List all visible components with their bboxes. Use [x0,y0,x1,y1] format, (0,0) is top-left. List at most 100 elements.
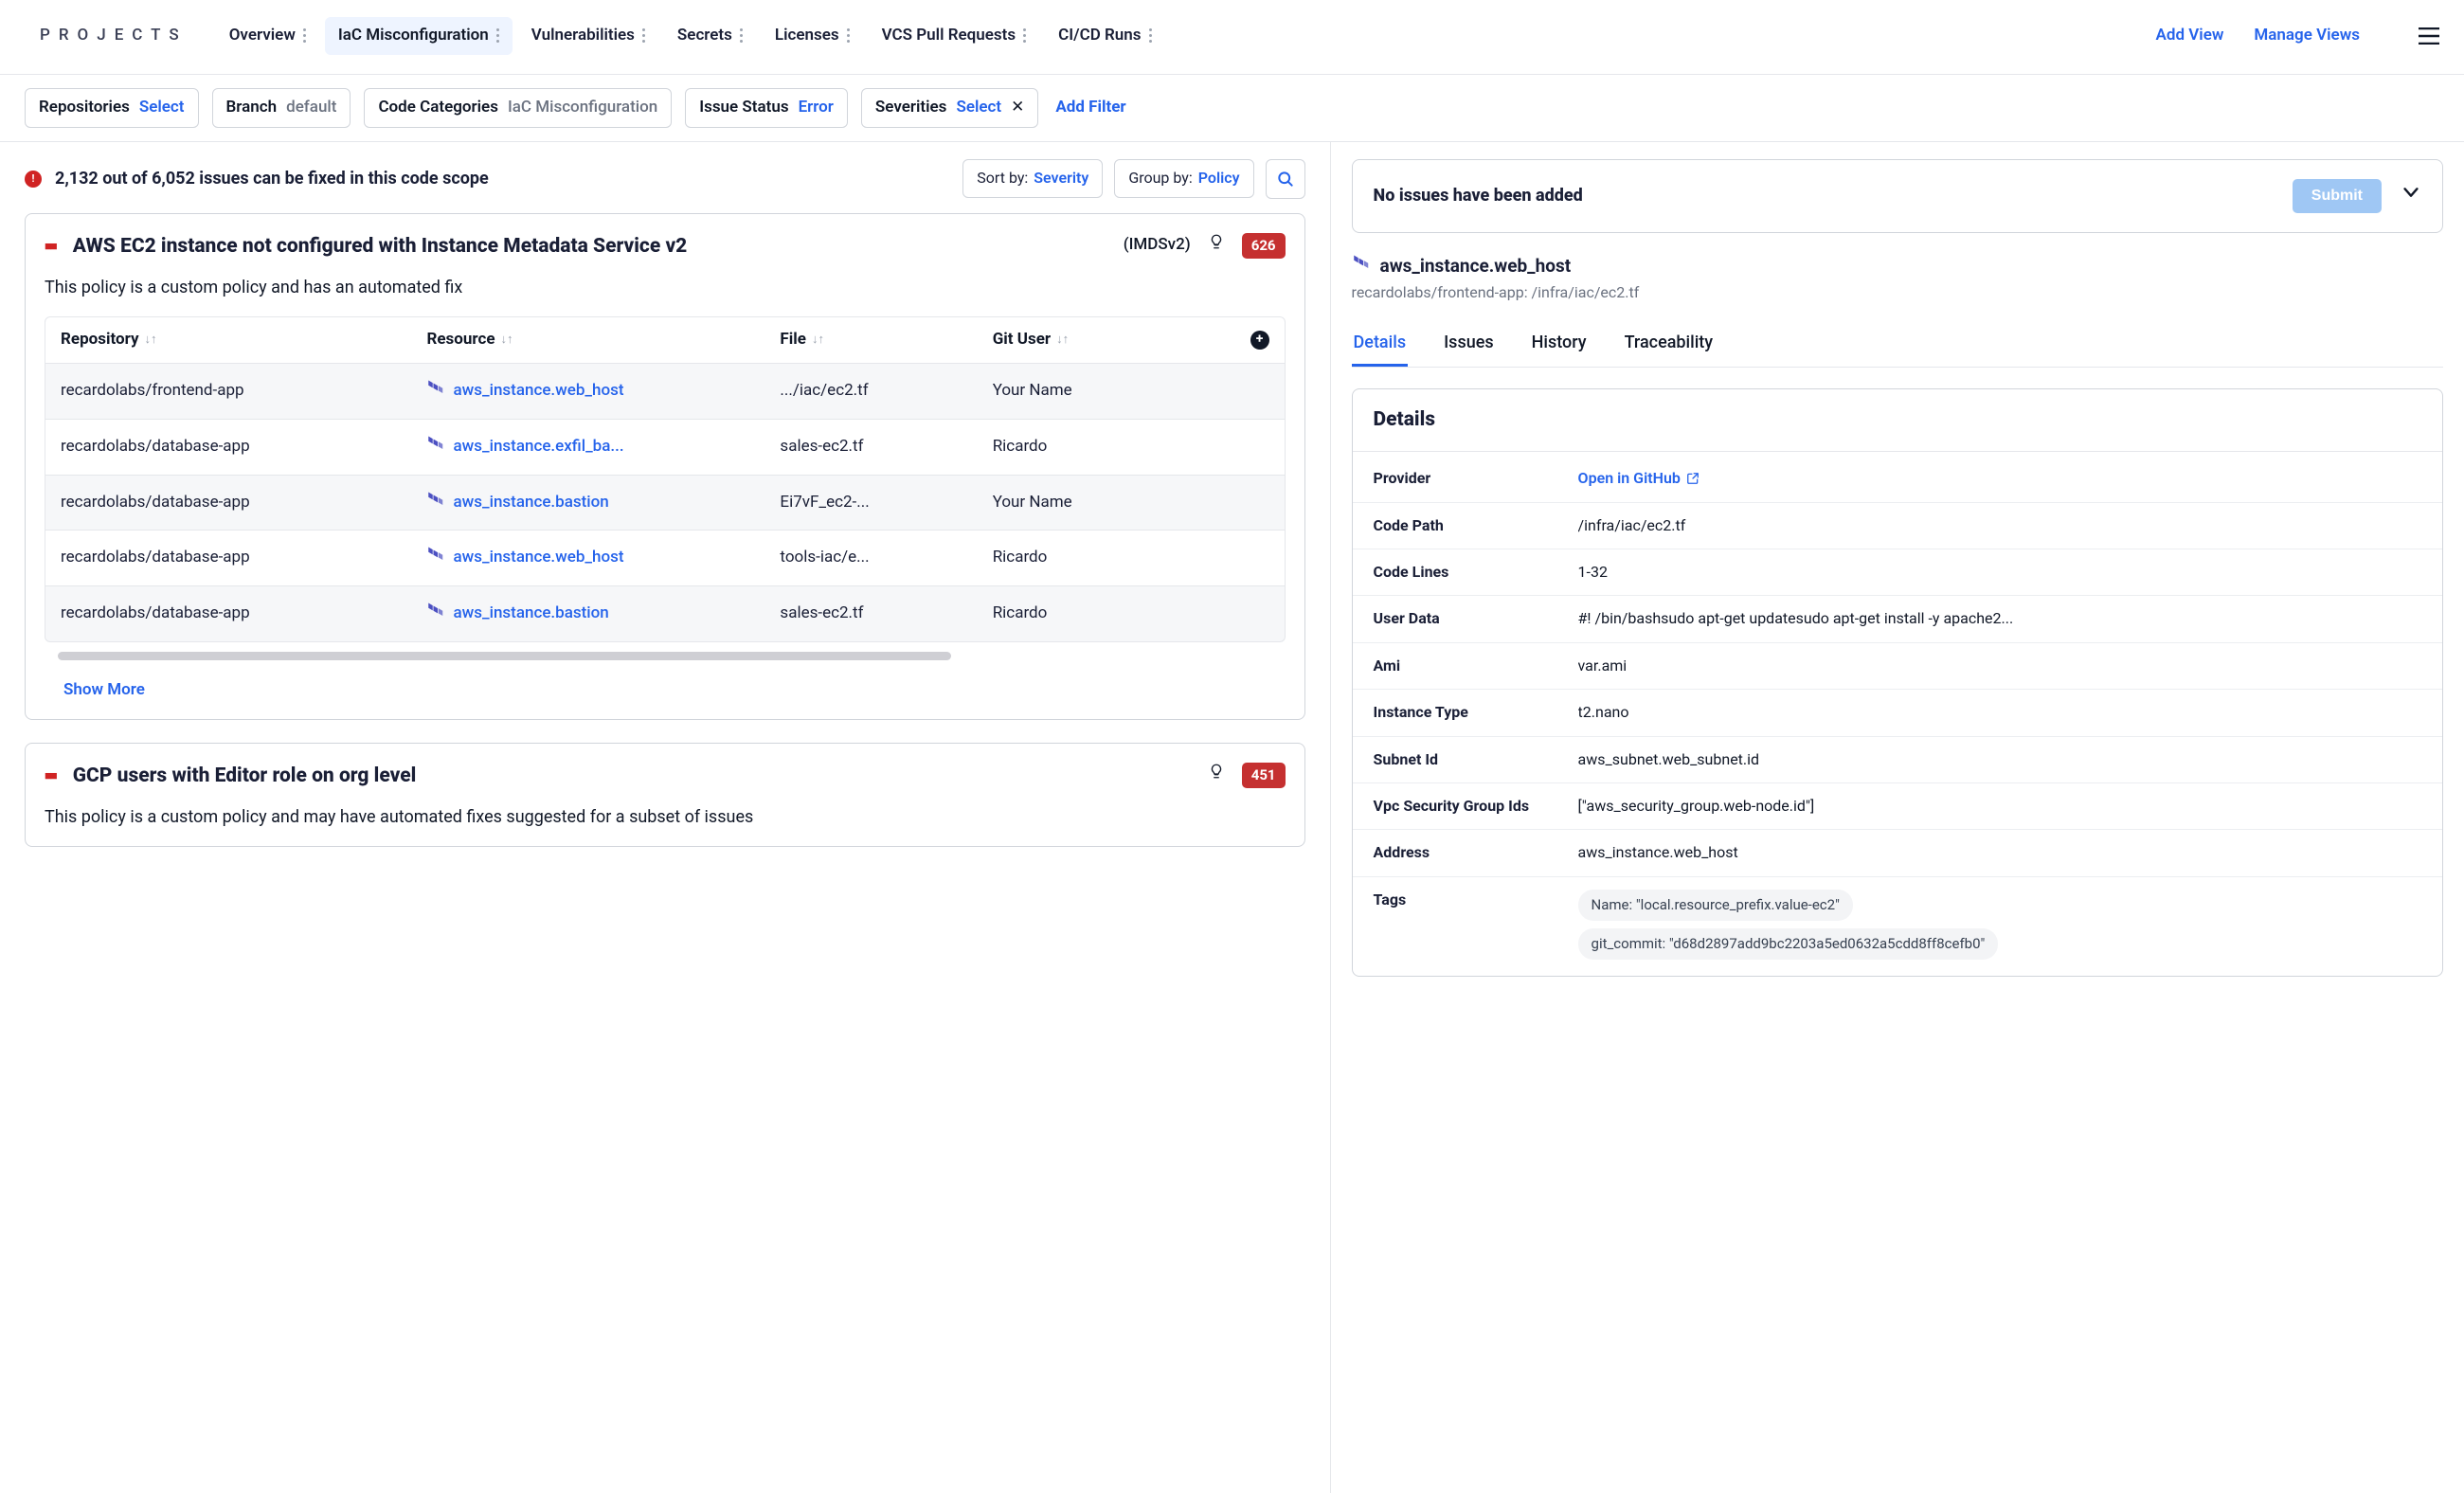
details-title: Details [1353,389,2442,452]
details-row: Code Lines1-32 [1353,549,2442,596]
kebab-icon[interactable] [1149,28,1152,43]
filter-chip-severities[interactable]: SeveritiesSelect✕ [861,88,1038,128]
add-view-link[interactable]: Add View [2156,25,2224,47]
details-key: Tags [1374,890,1563,910]
details-value: Open in GitHub [1578,468,2421,489]
nav-tab-licenses[interactable]: Licenses [762,17,863,55]
table-row[interactable]: recardolabs/database-app aws_instance.exf… [45,420,1286,476]
table-row[interactable]: recardolabs/frontend-appaws_instance.web… [45,364,1286,420]
filter-value: IaC Misconfiguration [508,97,657,119]
details-value: t2.nano [1578,702,2421,723]
sort-icon: ↓↑ [145,332,157,349]
table-row[interactable]: recardolabs/database-appaws_instance.web… [45,531,1286,586]
filter-chip-issue-status[interactable]: Issue StatusError [685,88,848,128]
terraform-icon [426,435,443,459]
filter-value: Error [799,97,834,119]
filter-chip-repositories[interactable]: RepositoriesSelect [25,88,199,128]
sort-by-label: Sort by: [977,168,1028,189]
close-icon[interactable]: ✕ [1011,97,1024,119]
cell-file: sales-ec2.tf [780,436,984,459]
col-file[interactable]: File [780,329,806,351]
filter-bar: RepositoriesSelect Branchdefault Code Cate… [0,75,2464,142]
panel-tab-details[interactable]: Details [1352,321,1409,367]
nav-tab-secrets[interactable]: Secrets [664,17,756,55]
details-key: Subnet Id [1374,749,1563,770]
cell-repository: recardolabs/database-app [61,436,419,459]
submit-button[interactable]: Submit [2293,179,2382,213]
nav-tab-vcs-pull-requests[interactable]: VCS Pull Requests [869,17,1039,55]
table-row[interactable]: recardolabs/database-appaws_instance.bas… [45,476,1286,531]
tag-pill: Name: "local.resource_prefix.value-ec2" [1578,890,1853,921]
panel-tabs: Details Issues History Traceability [1352,321,2443,368]
nav-tab-label: Licenses [775,25,839,47]
group-by-dropdown[interactable]: Group by: Policy [1114,159,1253,197]
cell-resource: aws_instance.web_host [426,379,772,404]
cell-resource: aws_instance.bastion [426,491,772,515]
cell-file: sales-ec2.tf [780,603,984,625]
group-by-label: Group by: [1128,168,1192,189]
nav-tab-label: Vulnerabilities [531,25,635,47]
filter-chip-code-categories[interactable]: Code CategoriesIaC Misconfiguration [364,88,672,128]
kebab-icon[interactable] [496,28,499,43]
sort-by-dropdown[interactable]: Sort by: Severity [962,159,1103,197]
resource-link[interactable]: aws_instance.bastion [453,492,608,514]
horizontal-scrollbar[interactable] [58,652,951,660]
filter-label: Repositories [39,97,130,119]
details-row: Subnet Idaws_subnet.web_subnet.id [1353,737,2442,783]
alert-icon: ! [25,171,42,188]
brand-label: PROJECTS [40,25,188,47]
show-more-link[interactable]: Show More [26,674,1304,719]
resource-link[interactable]: aws_instance.exfil_ba... [453,436,623,459]
resource-path: recardolabs/frontend-app: /infra/iac/ec2… [1352,282,2443,303]
tag-pill: git_commit: "d68d2897add9bc2203a5ed0632a… [1578,928,1999,960]
terraform-icon [426,602,443,626]
add-filter-button[interactable]: Add Filter [1052,89,1129,127]
search-button[interactable] [1266,159,1305,199]
resource-name: aws_instance.web_host [1380,254,1572,279]
kebab-icon[interactable] [303,28,306,43]
panel-tab-history[interactable]: History [1530,321,1589,367]
details-panel: No issues have been added Submit aws_ins… [1331,142,2464,1493]
nav-tab-overview[interactable]: Overview [216,17,319,55]
nav-actions: Add View Manage Views [2156,25,2439,47]
col-resource[interactable]: Resource [426,329,495,351]
nav-tab-label: Secrets [677,25,732,47]
details-row: Code Path/infra/iac/ec2.tf [1353,503,2442,549]
scope-text: 2,132 out of 6,052 issues can be fixed i… [55,167,489,190]
panel-tab-traceability[interactable]: Traceability [1623,321,1716,367]
kebab-icon[interactable] [642,28,645,43]
details-key: Vpc Security Group Ids [1374,796,1563,817]
resource-link[interactable]: aws_instance.web_host [453,547,623,569]
filter-chip-branch[interactable]: Branchdefault [212,88,351,128]
kebab-icon[interactable] [847,28,850,43]
col-git-user[interactable]: Git User [993,329,1051,351]
nav-tab-ci-cd-runs[interactable]: CI/CD Runs [1045,17,1164,55]
nav-tab-vulnerabilities[interactable]: Vulnerabilities [518,17,658,55]
open-in-github-link[interactable]: Open in GitHub [1578,468,1700,489]
table-rows: recardolabs/frontend-appaws_instance.web… [45,364,1286,642]
no-issues-text: No issues have been added [1374,184,1583,207]
nav-tab-label: CI/CD Runs [1058,25,1141,47]
details-row: Vpc Security Group Ids ["aws_security_gro… [1353,783,2442,830]
kebab-icon[interactable] [1023,28,1026,43]
resource-link[interactable]: aws_instance.web_host [453,380,623,403]
manage-views-link[interactable]: Manage Views [2254,25,2360,47]
nav-tab-label: Overview [229,25,296,47]
severity-indicator-icon: ■■ [45,768,56,785]
cell-git-user: Your Name [993,492,1197,514]
filter-value: default [286,97,336,119]
nav-tab-iac-misconfiguration[interactable]: IaC Misconfiguration [325,17,513,55]
terraform-icon [426,379,443,404]
kebab-icon[interactable] [740,28,743,43]
panel-tab-issues[interactable]: Issues [1442,321,1496,367]
details-row-tags: Tags Name: "local.resource_prefix.value-e… [1353,877,2442,972]
sort-icon: ↓↑ [812,332,824,349]
add-column-button[interactable]: + [1250,331,1269,350]
col-repository[interactable]: Repository [61,329,139,351]
hamburger-icon[interactable] [2419,27,2439,45]
chevron-down-icon[interactable] [2401,182,2421,210]
cell-git-user: Ricardo [993,547,1197,569]
resource-link[interactable]: aws_instance.bastion [453,603,608,625]
details-value: ["aws_security_group.web-node.id"] [1578,796,2421,817]
table-row[interactable]: recardolabs/database-appaws_instance.bas… [45,586,1286,642]
